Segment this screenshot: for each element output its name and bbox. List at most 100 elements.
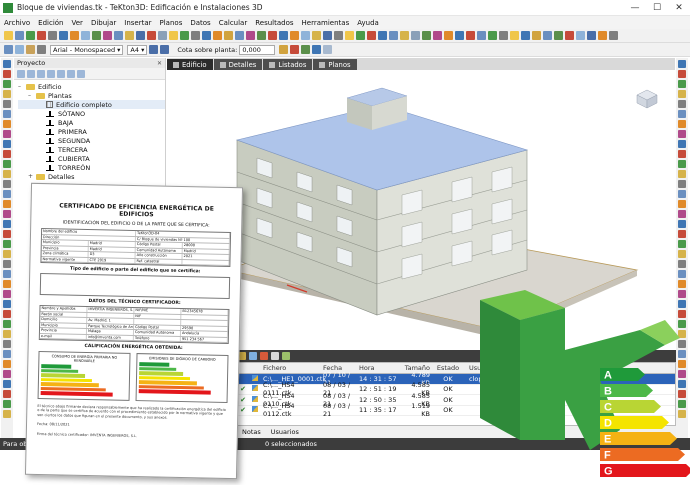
menu-insertar[interactable]: Insertar [124,19,151,27]
drawing-tool-icon[interactable] [3,60,11,68]
drawing-tool-icon[interactable] [3,90,11,98]
toolbar-tool-icon[interactable] [136,31,145,40]
delete-node-icon[interactable] [77,69,85,78]
toolbar-tool-icon[interactable] [499,31,508,40]
drawing-tool-icon[interactable] [678,70,686,78]
drawing-tool-icon[interactable] [3,360,11,368]
bold-icon[interactable] [149,45,159,54]
menu-resultados[interactable]: Resultados [255,19,293,27]
drawing-tool-icon[interactable] [3,120,11,128]
drawing-tool-icon[interactable] [678,170,686,178]
minimize-icon[interactable]: — [624,0,646,16]
menu-planos[interactable]: Planos [160,19,183,27]
menu-datos[interactable]: Datos [190,19,210,27]
drawing-tool-icon[interactable] [3,260,11,268]
drawing-tool-icon[interactable] [3,370,11,378]
drawing-tool-icon[interactable] [3,250,11,258]
toolbar-tool-icon[interactable] [268,31,277,40]
toolbar-tool-icon[interactable] [279,31,288,40]
toolbar-tool-icon[interactable] [147,31,156,40]
toolbar-tool-icon[interactable] [4,31,13,40]
drawing-tool-icon[interactable] [3,230,11,238]
tree-item[interactable]: – Edificio [18,82,165,91]
toolbar-tool-icon[interactable] [301,31,310,40]
toolbar-tool-icon[interactable] [257,31,266,40]
drawing-tool-icon[interactable] [3,200,11,208]
drawing-tool-icon[interactable] [678,210,686,218]
drawing-tool-icon[interactable] [3,270,11,278]
tree-item[interactable]: SÓTANO [18,109,165,118]
drawing-tool-icon[interactable] [678,130,686,138]
drawing-tool-icon[interactable] [3,410,11,418]
drawing-tool-icon[interactable] [678,160,686,168]
drawing-tool-icon[interactable] [678,190,686,198]
drawing-tool-icon[interactable] [678,250,686,258]
down-icon[interactable] [67,69,75,78]
new-icon[interactable] [17,69,25,78]
tab-usuarios[interactable]: Usuarios [271,428,299,436]
tab-detalles[interactable]: Detalles [213,59,263,70]
col-fichero[interactable]: Fichero [261,364,321,372]
toolbar-tool-icon[interactable] [180,31,189,40]
toolbar-tool-icon[interactable] [312,31,321,40]
refresh-icon[interactable] [249,352,257,360]
drawing-tool-icon[interactable] [678,100,686,108]
menu-dibujar[interactable]: Dibujar [91,19,116,27]
toolbar-tool-icon[interactable] [433,31,442,40]
tree-item[interactable]: TORREÓN [18,163,165,172]
tree-toggle-icon[interactable]: – [18,83,26,90]
drawing-tool-icon[interactable] [3,210,11,218]
toolbar-tool-icon[interactable] [235,31,244,40]
toolbar-tool-icon[interactable] [378,31,387,40]
toolbar-tool-icon[interactable] [48,31,57,40]
toolbar-tool-icon[interactable] [422,31,431,40]
drawing-tool-icon[interactable] [3,350,11,358]
save-version-icon[interactable] [282,352,290,360]
drawing-tool-icon[interactable] [678,60,686,68]
record-icon[interactable] [260,352,268,360]
toolbar-tool-icon[interactable] [169,31,178,40]
toolbar-tool-icon[interactable] [15,31,24,40]
drawing-tool-icon[interactable] [3,190,11,198]
toolbar-tool-icon[interactable] [125,31,134,40]
toolbar-tool-icon[interactable] [246,31,255,40]
text-style-icon[interactable] [4,45,13,54]
toolbar-tool-icon[interactable] [290,31,299,40]
toolbar-tool-icon[interactable] [202,31,211,40]
toolbar-tool-icon[interactable] [158,31,167,40]
tree-item[interactable]: + Detalles [18,172,165,181]
toolbar-tool-icon[interactable] [213,31,222,40]
drawing-tool-icon[interactable] [3,150,11,158]
menu-edicion[interactable]: Edición [38,19,63,27]
toolbar-tool-icon[interactable] [59,31,68,40]
toolbar-tool-icon[interactable] [510,31,519,40]
toolbar-tool-icon[interactable] [532,31,541,40]
tree-item[interactable]: PRIMERA [18,127,165,136]
tab-planos[interactable]: Planos [313,59,357,70]
drawing-tool-icon[interactable] [3,390,11,398]
toolbar-tool-icon[interactable] [598,31,607,40]
view-cube-icon[interactable] [636,89,658,109]
toolbar-tool-icon[interactable] [37,31,46,40]
drawing-tool-icon[interactable] [3,100,11,108]
drawing-tool-icon[interactable] [3,80,11,88]
toolbar-tool-icon[interactable] [466,31,475,40]
drawing-tool-icon[interactable] [3,160,11,168]
drawing-tool-icon[interactable] [678,280,686,288]
size-select[interactable]: A4 ▾ [127,44,148,55]
drawing-tool-icon[interactable] [678,150,686,158]
drawing-tool-icon[interactable] [3,400,11,408]
tree-item[interactable]: BAJA [18,118,165,127]
toolbar-tool-icon[interactable] [81,31,90,40]
paste-icon[interactable] [47,69,55,78]
drawing-tool-icon[interactable] [3,310,11,318]
maximize-icon[interactable]: ☐ [646,0,668,16]
tree-icon[interactable] [301,45,311,54]
panel-close-icon[interactable]: ✕ [157,60,162,67]
toolbar-tool-icon[interactable] [576,31,585,40]
toolbar-tool-icon[interactable] [191,31,200,40]
col-hora[interactable]: Hora [357,364,401,372]
toolbar-tool-icon[interactable] [587,31,596,40]
drawing-tool-icon[interactable] [3,140,11,148]
toolbar-tool-icon[interactable] [103,31,112,40]
